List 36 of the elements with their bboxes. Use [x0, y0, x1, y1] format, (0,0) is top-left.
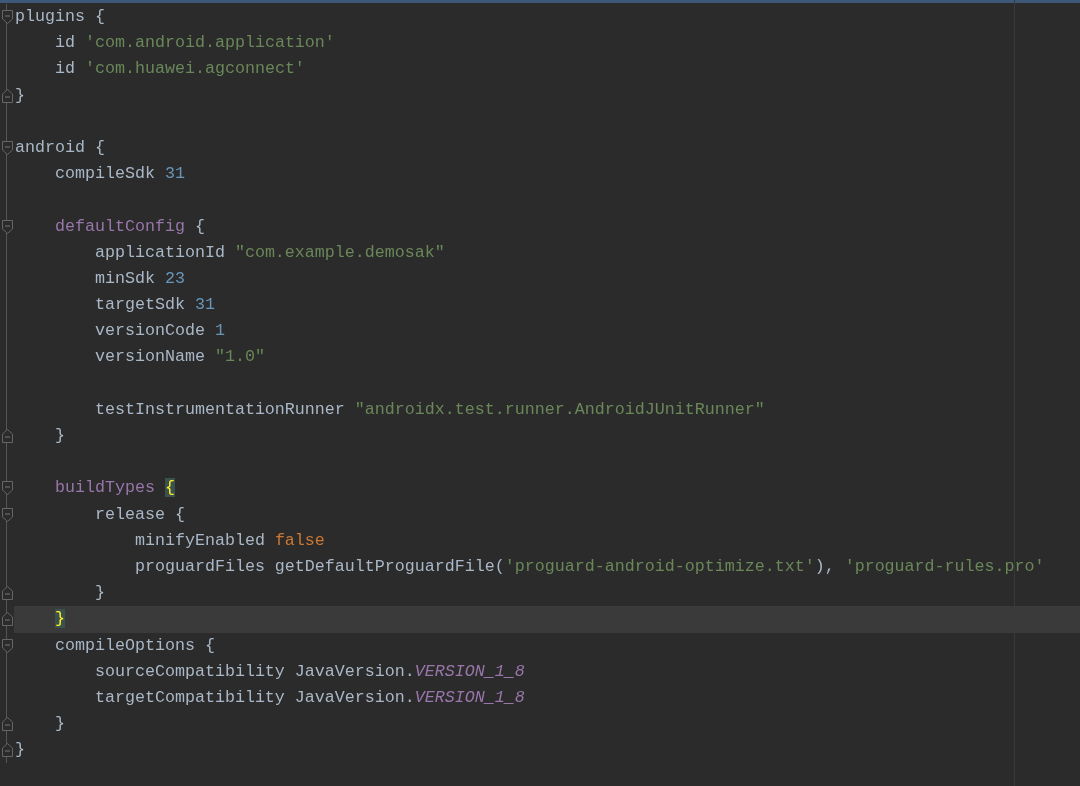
code-line: }	[15, 84, 25, 107]
fold-end-icon[interactable]	[1, 88, 13, 103]
fold-collapse-icon[interactable]	[1, 481, 13, 496]
code-line: versionCode 1	[94, 320, 225, 343]
code-line: release {	[94, 503, 185, 526]
code-line: plugins {	[15, 6, 105, 28]
code-line: id 'com.android.application'	[54, 32, 335, 55]
code-line: targetCompatibility JavaVersion.VERSION_1_8	[94, 686, 525, 709]
code-line: }	[54, 713, 65, 736]
code-line: }	[54, 425, 65, 447]
fold-end-icon[interactable]	[1, 743, 13, 758]
code-line: }	[94, 582, 105, 605]
code-line: android {	[15, 136, 105, 159]
code-line: }	[15, 739, 25, 762]
fold-collapse-icon[interactable]	[1, 219, 13, 234]
code-line: compileOptions {	[54, 634, 215, 657]
code-line: targetSdk 31	[94, 294, 215, 317]
code-line: testInstrumentationRunner "androidx.test.runner.AndroidJUnitRunner"	[94, 398, 765, 421]
fold-collapse-icon[interactable]	[1, 638, 13, 653]
code-line: compileSdk 31	[54, 163, 185, 186]
fold-collapse-icon[interactable]	[1, 10, 13, 25]
fold-end-icon[interactable]	[1, 429, 13, 444]
code-line: defaultConfig {	[54, 215, 205, 238]
code-line: minSdk 23	[94, 267, 185, 290]
code-line: minifyEnabled false	[134, 529, 325, 552]
code-line: proguardFiles getDefaultProguardFile('proguard-android-optimize.txt'), 'proguard-rules.pro'	[134, 555, 1045, 578]
code-line: buildTypes {	[54, 477, 175, 500]
code-line: id 'com.huawei.agconnect'	[54, 58, 305, 81]
code-line: applicationId "com.example.demosak"	[94, 241, 445, 264]
fold-collapse-icon[interactable]	[1, 141, 13, 156]
fold-end-icon[interactable]	[1, 717, 13, 732]
fold-end-icon[interactable]	[1, 612, 13, 627]
fold-end-icon[interactable]	[1, 586, 13, 601]
code-line: versionName "1.0"	[94, 346, 265, 369]
code-line: sourceCompatibility JavaVersion.VERSION_1_8	[94, 660, 525, 683]
fold-collapse-icon[interactable]	[1, 507, 13, 522]
